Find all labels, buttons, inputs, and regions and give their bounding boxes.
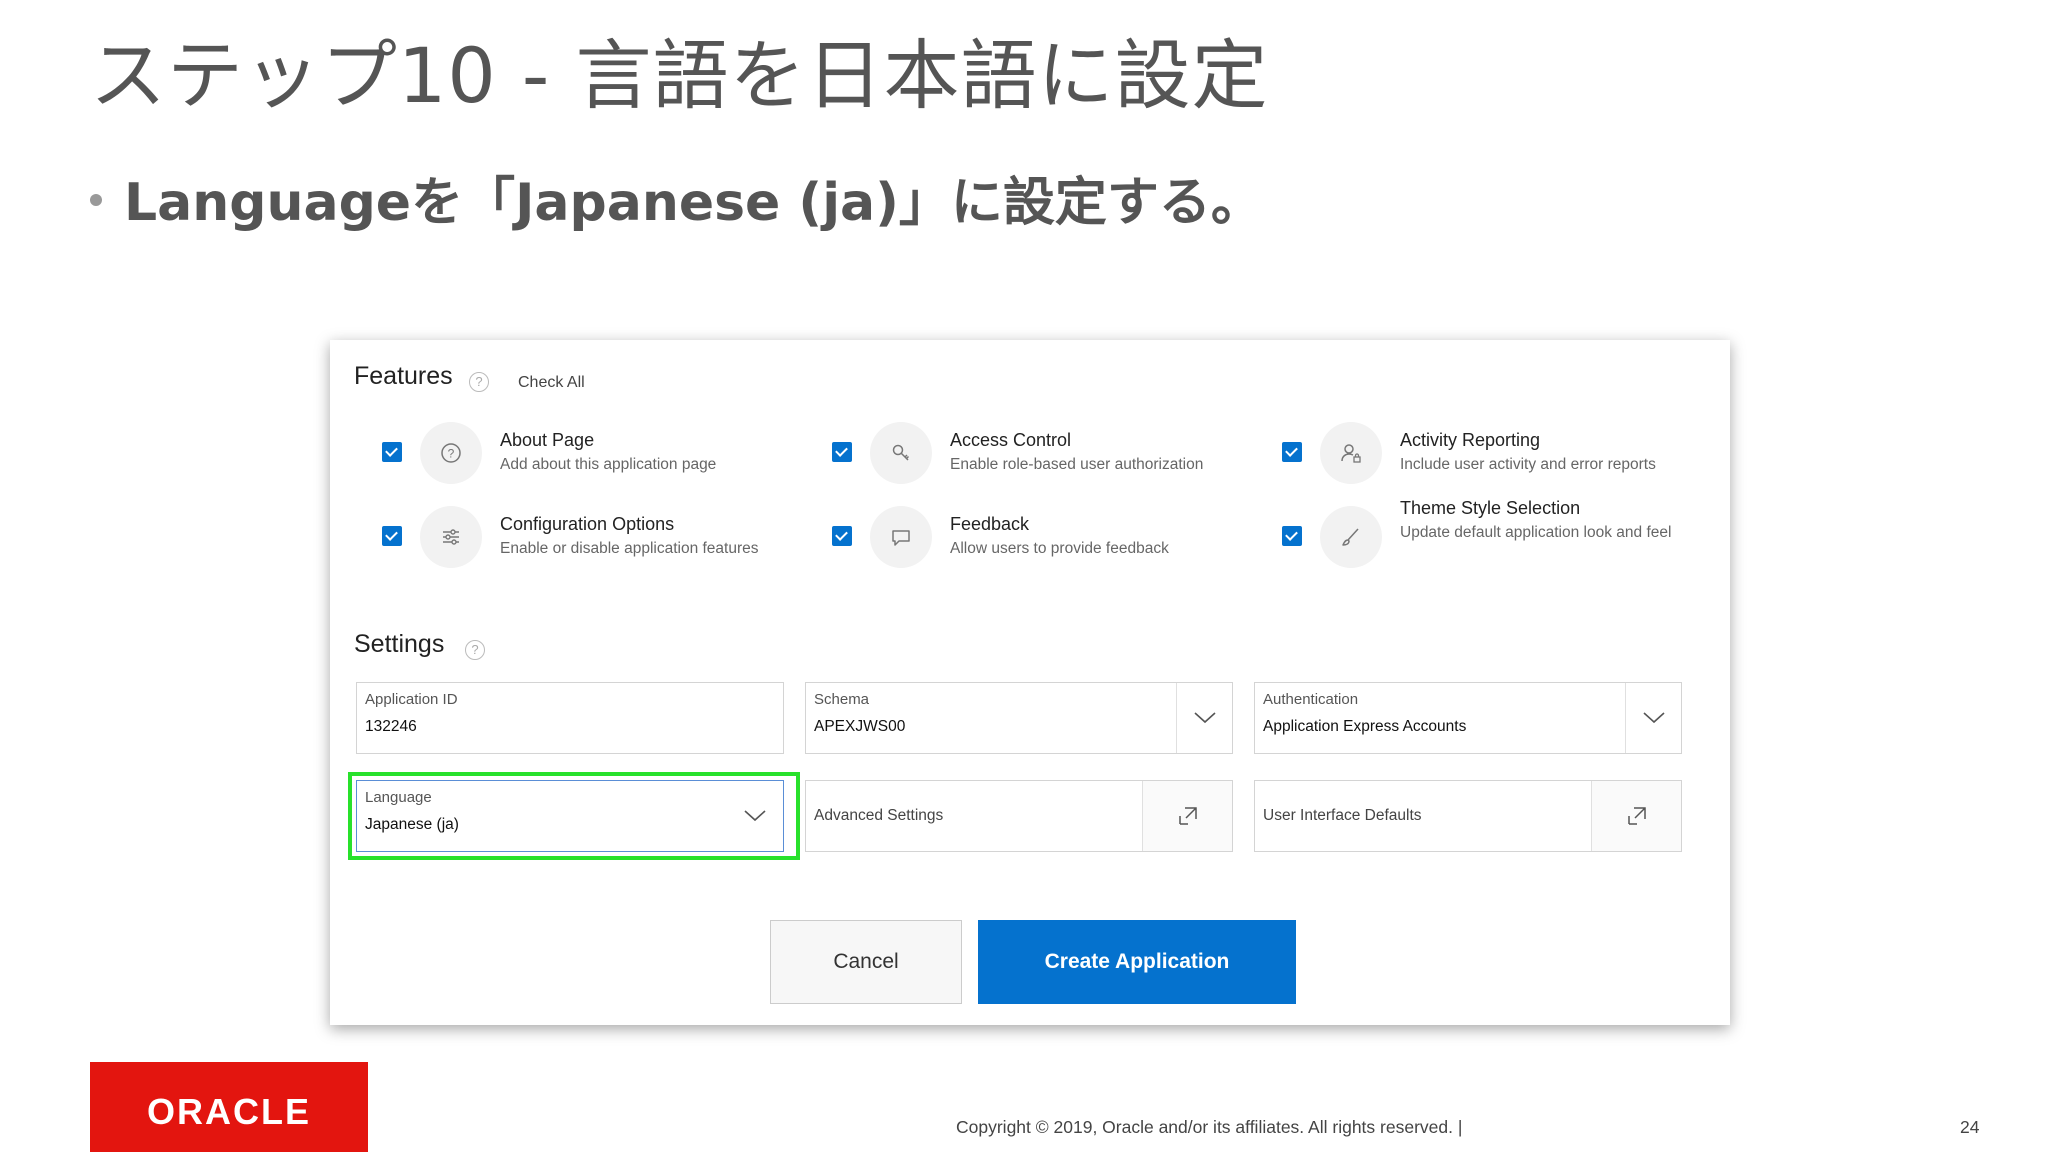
bullet-text: Languageを「Japanese (ja)」に設定する。	[90, 160, 1263, 235]
feedback-checkbox[interactable]	[832, 526, 852, 546]
bullet-dot	[90, 194, 102, 206]
feature-desc: Allow users to provide feedback	[950, 540, 1169, 557]
activity-reporting-checkbox[interactable]	[1282, 442, 1302, 462]
settings-title: Settings	[354, 630, 445, 658]
user-lock-icon	[1320, 422, 1382, 484]
cancel-button[interactable]: Cancel	[770, 920, 962, 1004]
schema-select[interactable]: Schema APEXJWS00	[805, 682, 1233, 754]
application-id-label: Application ID	[365, 691, 458, 708]
feature-name: Theme Style Selection	[1400, 498, 1581, 518]
settings-help-icon[interactable]: ?	[465, 640, 485, 660]
feature-desc: Update default application look and feel	[1400, 524, 1672, 541]
highlight-box	[348, 772, 800, 860]
bullet-label: Languageを「Japanese (ja)」に設定する。	[124, 173, 1263, 233]
feature-name: Activity Reporting	[1400, 430, 1541, 450]
features-title: Features	[354, 362, 453, 390]
key-icon	[870, 422, 932, 484]
open-dialog-icon[interactable]	[1142, 781, 1232, 851]
feature-access-control[interactable]: Access Control Enable role-based user au…	[832, 422, 1272, 492]
copyright-text: Copyright © 2019, Oracle and/or its affi…	[956, 1117, 1463, 1137]
speech-bubble-icon	[870, 506, 932, 568]
feature-name: Configuration Options	[500, 514, 675, 534]
page-number: 24	[1960, 1117, 1980, 1137]
advanced-settings-label: Advanced Settings	[814, 807, 944, 824]
schema-value: APEXJWS00	[814, 718, 906, 735]
authentication-value: Application Express Accounts	[1263, 718, 1467, 735]
authentication-label: Authentication	[1263, 691, 1359, 708]
feature-activity-reporting[interactable]: Activity Reporting Include user activity…	[1282, 422, 1722, 492]
feature-desc: Enable role-based user authorization	[950, 456, 1204, 473]
feature-desc: Include user activity and error reports	[1400, 456, 1656, 473]
feature-desc: Enable or disable application features	[500, 540, 759, 557]
feature-feedback[interactable]: Feedback Allow users to provide feedback	[832, 506, 1272, 576]
slide-title: ステップ10 - 言語を日本語に設定	[90, 31, 1269, 120]
user-interface-defaults-field[interactable]: User Interface Defaults	[1254, 780, 1682, 852]
feature-configuration-options[interactable]: Configuration Options Enable or disable …	[382, 506, 822, 576]
chevron-down-icon[interactable]	[1176, 683, 1232, 753]
theme-style-selection-checkbox[interactable]	[1282, 526, 1302, 546]
help-circle-icon: ?	[420, 422, 482, 484]
create-application-panel: Features ? Check All ? About Page Add ab…	[330, 340, 1730, 1025]
check-all-link[interactable]: Check All	[518, 374, 585, 392]
application-id-value[interactable]: 132246	[365, 718, 417, 736]
create-application-button[interactable]: Create Application	[978, 920, 1296, 1004]
application-id-field[interactable]: Application ID 132246	[356, 682, 784, 754]
feature-desc: Add about this application page	[500, 456, 717, 473]
about-page-checkbox[interactable]	[382, 442, 402, 462]
brush-icon	[1320, 506, 1382, 568]
feature-name: Feedback	[950, 514, 1030, 534]
chevron-down-icon[interactable]	[1625, 683, 1681, 753]
schema-label: Schema	[814, 691, 870, 708]
feature-name: About Page	[500, 430, 595, 450]
authentication-select[interactable]: Authentication Application Express Accou…	[1254, 682, 1682, 754]
configuration-options-checkbox[interactable]	[382, 526, 402, 546]
features-help-icon[interactable]: ?	[469, 372, 489, 392]
oracle-logo: ORACLE	[90, 1062, 368, 1152]
advanced-settings-field[interactable]: Advanced Settings	[805, 780, 1233, 852]
feature-theme-style-selection[interactable]: Theme Style Selection Update default app…	[1282, 498, 1722, 576]
svg-text:?: ?	[448, 447, 455, 461]
user-interface-defaults-label: User Interface Defaults	[1263, 807, 1422, 824]
feature-name: Access Control	[950, 430, 1072, 450]
sliders-icon	[420, 506, 482, 568]
access-control-checkbox[interactable]	[832, 442, 852, 462]
feature-about-page[interactable]: ? About Page Add about this application …	[382, 422, 822, 492]
open-dialog-icon[interactable]	[1591, 781, 1681, 851]
